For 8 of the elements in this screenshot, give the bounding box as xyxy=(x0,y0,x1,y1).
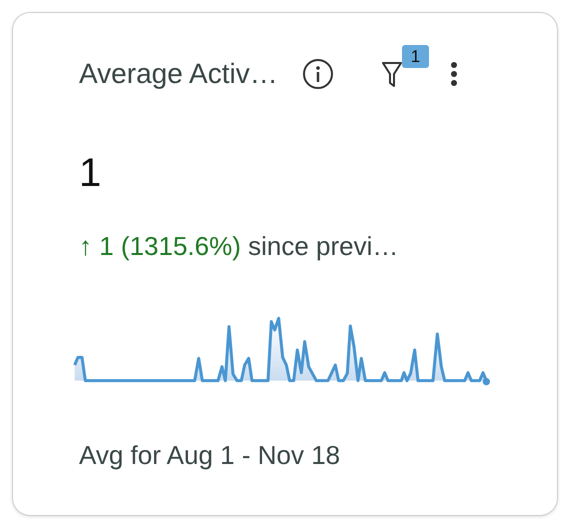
more-options-icon[interactable] xyxy=(450,61,458,87)
card-title: Average Activ… xyxy=(79,57,278,91)
info-icon[interactable] xyxy=(302,58,334,90)
filter-icon[interactable] xyxy=(382,59,402,89)
metric-value: 1 xyxy=(79,153,102,193)
change-text: ↑ 1 (1315.6%) since previ… xyxy=(79,230,400,263)
footer-text: Avg for Aug 1 - Nov 18 xyxy=(79,439,342,472)
filter-count-badge: 1 xyxy=(402,45,430,68)
